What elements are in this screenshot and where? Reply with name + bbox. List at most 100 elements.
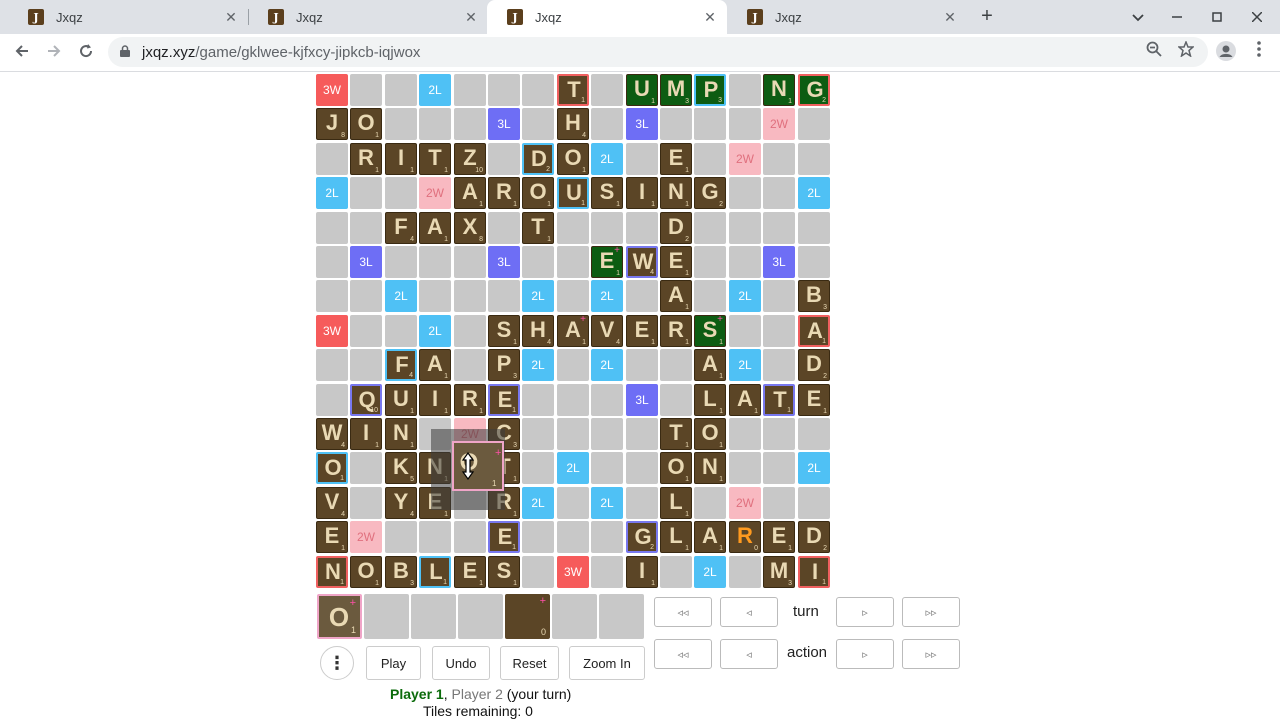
bonus-square[interactable]: 2W	[729, 487, 761, 519]
board-square[interactable]	[350, 315, 382, 347]
board-square[interactable]	[591, 212, 623, 244]
board-tile[interactable]: T1	[522, 212, 554, 244]
board-tile[interactable]: T1	[557, 74, 589, 106]
board-square[interactable]	[591, 108, 623, 140]
board-square[interactable]	[798, 246, 830, 278]
board-tile[interactable]: E1	[454, 556, 486, 588]
tab-close-icon[interactable]: ✕	[462, 9, 480, 26]
reset-button[interactable]: Reset	[500, 646, 559, 680]
turn-first-button[interactable]: ◃◃	[654, 597, 712, 627]
board-square[interactable]	[522, 74, 554, 106]
turn-last-button[interactable]: ▹▹	[902, 597, 960, 627]
back-icon[interactable]	[10, 41, 34, 65]
rack-slot-empty[interactable]	[458, 594, 503, 639]
board-square[interactable]	[350, 177, 382, 209]
bonus-square[interactable]: 2L	[419, 74, 451, 106]
board-tile[interactable]: K5	[385, 452, 417, 484]
undo-button[interactable]: Undo	[432, 646, 490, 680]
board-tile[interactable]: D2	[660, 212, 692, 244]
board-tile[interactable]: R1	[488, 177, 520, 209]
board-square[interactable]	[419, 108, 451, 140]
board-square[interactable]	[385, 108, 417, 140]
board-square[interactable]	[522, 246, 554, 278]
bonus-square[interactable]: 3W	[316, 315, 348, 347]
board-square[interactable]	[591, 418, 623, 450]
bonus-square[interactable]: 2L	[798, 452, 830, 484]
board-tile[interactable]: U1	[385, 384, 417, 416]
board-tile[interactable]: E 1 +	[591, 245, 623, 278]
kebab-menu-icon[interactable]	[1248, 41, 1270, 63]
zoom-icon[interactable]	[1143, 41, 1165, 63]
bonus-square[interactable]: 2L	[798, 177, 830, 209]
board-square[interactable]	[729, 177, 761, 209]
board-square[interactable]	[454, 349, 486, 381]
board-tile[interactable]: E1	[316, 521, 348, 553]
board-square[interactable]	[385, 177, 417, 209]
board-square[interactable]	[763, 418, 795, 450]
board-square[interactable]	[694, 280, 726, 312]
board-tile[interactable]: T1	[660, 418, 692, 450]
board-square[interactable]	[419, 280, 451, 312]
board-square[interactable]	[522, 556, 554, 588]
board-tile[interactable]: O1	[350, 108, 382, 140]
board-tile[interactable]: O1	[522, 177, 554, 209]
bonus-square[interactable]: 2L	[419, 315, 451, 347]
board-tile[interactable]: S1	[488, 315, 520, 347]
bonus-square[interactable]: 2L	[591, 349, 623, 381]
board-tile[interactable]: N1	[385, 418, 417, 450]
bonus-square[interactable]: 3L	[488, 108, 520, 140]
bonus-square[interactable]: 2W	[419, 177, 451, 209]
board-tile[interactable]: G2	[694, 177, 726, 209]
zoom-in-button[interactable]: Zoom In	[569, 646, 645, 680]
board-square[interactable]	[316, 212, 348, 244]
board-square[interactable]	[626, 418, 658, 450]
profile-icon[interactable]	[1215, 41, 1237, 63]
board-square[interactable]	[694, 212, 726, 244]
board-tile[interactable]: W4	[316, 418, 348, 450]
board-square[interactable]	[385, 74, 417, 106]
board-tile[interactable]: O1	[660, 452, 692, 484]
board-tile[interactable]: E1	[660, 246, 692, 278]
bonus-square[interactable]: 2L	[694, 556, 726, 588]
board-square[interactable]	[488, 143, 520, 175]
browser-tab-2[interactable]: J Jxqz ✕	[248, 0, 488, 34]
board-tile[interactable]: A 1 +	[557, 314, 589, 347]
bonus-square[interactable]: 2L	[557, 452, 589, 484]
board-square[interactable]	[626, 452, 658, 484]
board-square[interactable]	[729, 556, 761, 588]
board-square[interactable]	[419, 521, 451, 553]
board-tile[interactable]: A1	[694, 521, 726, 553]
bonus-square[interactable]: 2L	[385, 280, 417, 312]
board-tile[interactable]: R1	[660, 315, 692, 347]
board-tile[interactable]: N1	[694, 452, 726, 484]
board-tile[interactable]: D2	[798, 521, 830, 553]
board-tile[interactable]: L1	[660, 487, 692, 519]
bonus-square[interactable]: 2L	[729, 280, 761, 312]
board-tile[interactable]: I1	[626, 556, 658, 588]
board-square[interactable]	[763, 177, 795, 209]
board-square[interactable]	[419, 246, 451, 278]
board-square[interactable]	[591, 74, 623, 106]
bonus-square[interactable]: 2L	[522, 349, 554, 381]
bonus-square[interactable]: 2L	[522, 487, 554, 519]
board-square[interactable]	[316, 349, 348, 381]
board-tile[interactable]: R0	[729, 521, 761, 553]
forward-icon[interactable]	[42, 41, 66, 65]
board-tile[interactable]: M3	[660, 74, 692, 106]
board-tile[interactable]: R1	[350, 143, 382, 175]
bonus-square[interactable]: 2L	[591, 280, 623, 312]
board-square[interactable]	[557, 349, 589, 381]
rack-slot-empty[interactable]	[364, 594, 409, 639]
board-square[interactable]	[626, 280, 658, 312]
board-tile[interactable]: H4	[522, 315, 554, 347]
board-square[interactable]	[798, 212, 830, 244]
board-tile[interactable]: T1	[419, 143, 451, 175]
board-square[interactable]	[557, 212, 589, 244]
board-tile[interactable]: I1	[385, 143, 417, 175]
board-square[interactable]	[350, 452, 382, 484]
bonus-square[interactable]: 3W	[316, 74, 348, 106]
board-tile[interactable]: X8	[454, 212, 486, 244]
board-square[interactable]	[385, 521, 417, 553]
board-square[interactable]	[316, 384, 348, 416]
board-square[interactable]	[798, 418, 830, 450]
